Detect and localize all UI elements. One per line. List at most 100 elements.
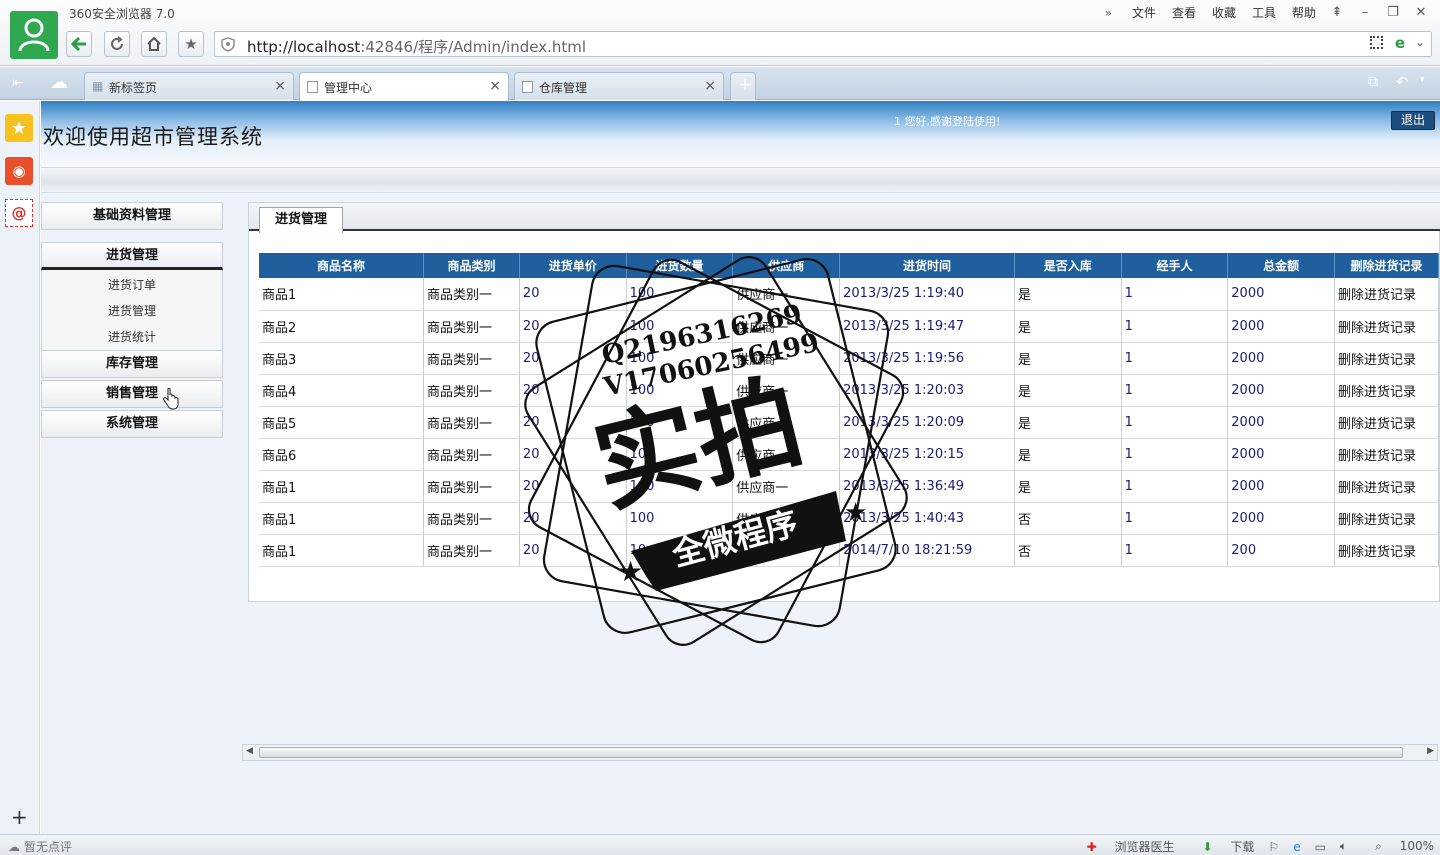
grid-icon: ▦ (92, 79, 104, 93)
new-tab-button[interactable]: + (730, 72, 756, 100)
address-dropdown-icon[interactable]: ⌄ (1415, 35, 1425, 49)
scrollbar-thumb[interactable] (259, 747, 1403, 758)
welcome-message: 1 您好,感谢登陆使用! (894, 115, 1001, 128)
zoom-control[interactable]: ⌕ 100% (1361, 839, 1434, 854)
table-cell: 100 (626, 342, 734, 375)
more-chevron-icon[interactable]: » (1105, 6, 1112, 20)
table-row: 商品1 商品类别一 20 100 供应商一 2013/3/25 1:19:40 是 1 2000… (259, 278, 1439, 311)
delete-record-link[interactable]: 删除进货记录 (1334, 438, 1439, 471)
table-row: 商品6 商品类别一 20 100 供应商一 2013/3/25 1:20:15 是 1 2000… (259, 438, 1439, 471)
status-review[interactable]: ☁ 暂无点评 (8, 838, 72, 855)
minimize-button[interactable]: – (1358, 5, 1372, 20)
scroll-left-arrow-icon[interactable]: ◀ (246, 746, 253, 756)
refresh-icon (111, 36, 123, 50)
add-sidebar-item-icon[interactable]: + (11, 805, 28, 829)
nav-system[interactable]: 系统管理 (41, 410, 223, 438)
address-bar[interactable]: http://localhost:42846/程序/Admin/index.ht… (214, 31, 1432, 57)
browser-doctor-button[interactable]: ✚ 浏览器医生 (1073, 838, 1175, 855)
delete-record-link[interactable]: 删除进货记录 (1334, 470, 1439, 503)
table-cell: 商品类别一 (423, 310, 520, 343)
ie-icon[interactable]: e (1293, 840, 1300, 854)
menu-help[interactable]: 帮助 (1292, 4, 1316, 21)
table-cell: 是 (1014, 310, 1122, 343)
tab-menu-icon[interactable]: ▾ (1420, 75, 1425, 85)
menu-file[interactable]: 文件 (1132, 4, 1156, 21)
user-avatar[interactable] (10, 11, 58, 59)
nav-basic-data[interactable]: 基础资料管理 (41, 202, 223, 230)
tab-warehouse[interactable]: 仓库管理 × (514, 72, 724, 100)
nav-purchase-manage[interactable]: 进货管理 (42, 300, 222, 326)
mail-sidebar-button[interactable]: @ (5, 199, 33, 227)
mouse-pointer-icon (163, 388, 179, 410)
table-cell: 20 (519, 310, 627, 343)
favorite-button[interactable]: ★ (178, 31, 204, 57)
menu-tools[interactable]: 工具 (1252, 4, 1276, 21)
logout-button[interactable]: 退出 (1391, 111, 1435, 130)
delete-record-link[interactable]: 删除进货记录 (1334, 406, 1439, 439)
weibo-sidebar-button[interactable]: ◉ (5, 157, 33, 185)
column-header: 总金额 (1227, 253, 1336, 278)
tab-close-icon[interactable]: × (489, 78, 501, 94)
table-cell: 商品3 (259, 342, 425, 375)
nav-purchase-stats[interactable]: 进货统计 (42, 326, 222, 352)
tab-new-tab[interactable]: ▦ 新标签页 × (84, 72, 294, 100)
table-cell: 1 (1121, 470, 1229, 503)
tab-admin-center[interactable]: 管理中心 × (299, 72, 509, 101)
restore-button[interactable]: ❐ (1386, 5, 1400, 20)
tab-close-icon[interactable]: × (704, 78, 716, 94)
tab-close-icon[interactable]: × (274, 78, 286, 94)
table-cell: 商品1 (259, 470, 425, 503)
table-row: 商品1 商品类别一 20 10 供应商一 2014/7/10 18:21:59 否 1 200 删… (259, 534, 1439, 567)
scroll-right-arrow-icon[interactable]: ▶ (1427, 746, 1434, 756)
table-cell: 是 (1014, 406, 1122, 439)
horizontal-scrollbar[interactable]: ◀ ▶ (242, 744, 1438, 761)
back-button[interactable] (66, 31, 92, 57)
menu-favorites[interactable]: 收藏 (1212, 4, 1236, 21)
nav-purchase[interactable]: 进货管理 (41, 242, 223, 270)
delete-record-link[interactable]: 删除进货记录 (1334, 310, 1439, 343)
tab-purchase-management[interactable]: 进货管理 (259, 207, 343, 233)
table-cell: 100 (626, 278, 734, 311)
table-row: 商品2 商品类别一 20 100 供应商一 2013/3/25 1:19:47 是 1 2000… (259, 310, 1439, 343)
skin-icon[interactable]: ⇞ (1330, 5, 1344, 20)
table-cell: 供应商一 (732, 534, 841, 567)
flag-icon[interactable]: ⚐ (1268, 840, 1279, 854)
nav-stock[interactable]: 库存管理 (41, 350, 223, 378)
refresh-button[interactable] (104, 31, 130, 57)
ie-mode-icon[interactable]: e (1395, 34, 1405, 52)
nav-purchase-orders[interactable]: 进货订单 (42, 274, 222, 300)
table-cell: 20 (519, 470, 627, 503)
delete-record-link[interactable]: 删除进货记录 (1334, 278, 1439, 311)
download-label: 下载 (1230, 840, 1255, 854)
table-cell: 商品类别一 (423, 406, 520, 439)
cloud-icon[interactable]: ☁ (50, 72, 68, 93)
volume-icon[interactable]: 🔈︎ (1340, 839, 1347, 854)
menu-view[interactable]: 查看 (1172, 4, 1196, 21)
screen-icon[interactable]: ▭ (1315, 840, 1326, 854)
table-cell: 商品类别一 (423, 438, 520, 471)
favorites-sidebar-button[interactable]: ★ (5, 114, 33, 142)
close-window-button[interactable]: ✕ (1414, 5, 1428, 20)
delete-record-link[interactable]: 删除进货记录 (1334, 342, 1439, 375)
restore-tab-icon[interactable]: ⧉ (1368, 74, 1378, 90)
table-cell: 2013/3/25 1:20:03 (839, 374, 1015, 407)
table-cell: 商品类别一 (423, 502, 520, 535)
download-button[interactable]: ⬇ 下载 (1189, 838, 1255, 855)
home-button[interactable] (141, 31, 167, 57)
table-cell: 商品6 (259, 438, 425, 471)
table-cell: 100 (626, 310, 734, 343)
web-page: 欢迎使用超市管理系统 1 您好,感谢登陆使用! 退出 基础资料管理 进货管理 进… (41, 101, 1440, 834)
purchase-table: 商品名称 商品类别 进货单价 进货数量 供应商 进货时间 是否入库 经手人 总金额 删除进货记录 … (259, 253, 1439, 567)
url-text[interactable]: http://localhost:42846/程序/Admin/index.ht… (247, 36, 586, 57)
delete-record-link[interactable]: 删除进货记录 (1334, 374, 1439, 407)
delete-record-link[interactable]: 删除进货记录 (1334, 502, 1439, 535)
sidebar-toggle-icon[interactable]: ⇤ (12, 75, 24, 91)
table-row: 商品1 商品类别一 20 100 供应商一 2013/3/25 1:40:43 否 1 2000… (259, 502, 1439, 535)
qr-code-icon[interactable] (1370, 36, 1383, 49)
delete-record-link[interactable]: 删除进货记录 (1334, 534, 1439, 567)
nav-sales[interactable]: 销售管理 (41, 380, 223, 408)
status-tools: ✚ 浏览器医生 ⬇ 下载 ⚐ e ▭ 🔈︎ ⌕ 100% (1059, 838, 1434, 855)
browser-sidebar: ★ ◉ @ + (0, 101, 40, 834)
undo-close-icon[interactable]: ↶ (1396, 73, 1409, 91)
browser-titlebar: 360安全浏览器 7.0 » 文件 查看 收藏 工具 帮助 ⇞ – ❐ ✕ ★ … (0, 0, 1440, 66)
